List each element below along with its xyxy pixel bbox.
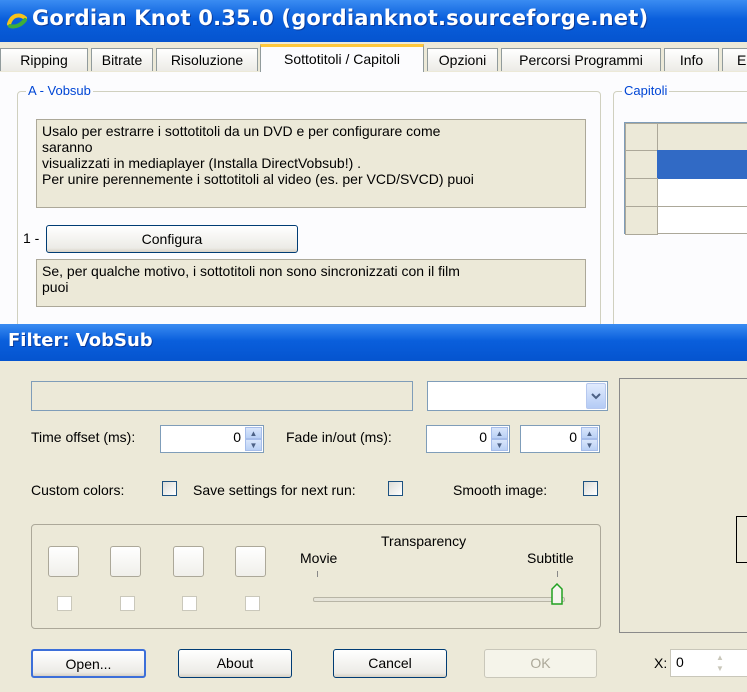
grid-corner-cell [625,123,658,151]
time-offset-spinner[interactable]: 0 ▲ ▼ [160,425,264,453]
subtitle-label: Subtitle [527,550,574,566]
grid-selected-row[interactable] [657,150,747,179]
capitoli-group-legend: Capitoli [622,83,670,98]
grid-column-header[interactable] [657,123,747,151]
x-coordinate-spinner[interactable]: 0 ▲ ▼ [670,649,747,677]
transparency-label: Transparency [381,533,467,549]
transparency-slider-thumb[interactable] [551,582,563,605]
fade-out-value: 0 [569,429,577,445]
open-button[interactable]: Open... [31,649,146,678]
note-line: visualizzati in mediaplayer (Installa Di… [42,155,362,171]
note-line: Se, per qualche motivo, i sottotitoli no… [42,263,460,279]
tab-bitrate[interactable]: Bitrate [91,48,153,71]
fade-out-spinner[interactable]: 0 ▲ ▼ [520,425,600,453]
custom-colors-checkbox[interactable] [162,481,177,496]
spinner-arrows-icon[interactable]: ▲ ▼ [581,427,598,451]
color-swatch-button-1[interactable] [48,546,79,577]
slider-tick [317,571,318,577]
fade-in-spinner[interactable]: 0 ▲ ▼ [426,425,510,453]
vobsub-group-legend: A - Vobsub [26,83,93,98]
cancel-button[interactable]: Cancel [333,649,447,678]
preview-frame [619,378,747,633]
tab-panel-sottotitoli: A - Vobsub Usalo per estrarre i sottotit… [0,72,747,341]
vobsub-dialog-body: Time offset (ms): 0 ▲ ▼ Fade in/out (ms):… [0,361,747,692]
gk-window-title: Gordian Knot 0.35.0 (gordianknot.sourcef… [32,6,649,30]
grid-divider [657,206,747,207]
tab-percorsi-programmi[interactable]: Percorsi Programmi [501,48,661,71]
custom-colors-label: Custom colors: [31,482,125,498]
chevron-down-icon[interactable] [586,383,606,409]
tab-overflow[interactable]: E [722,48,747,71]
note-line: puoi [42,279,69,295]
tab-info[interactable]: Info [664,48,719,71]
save-settings-label: Save settings for next run: [193,482,356,498]
color-swatch-button-2[interactable] [110,546,141,577]
configura-button[interactable]: Configura [46,225,298,253]
color-enable-checkbox-1[interactable] [57,596,72,611]
subtitle-file-field[interactable] [31,381,413,411]
gk-title-bar[interactable]: Gordian Knot 0.35.0 (gordianknot.sourcef… [0,0,747,42]
gk-tab-strip: Ripping Bitrate Risoluzione Sottotitoli … [0,42,747,73]
movie-label: Movie [300,550,338,566]
tab-opzioni[interactable]: Opzioni [427,48,498,71]
grid-row-header[interactable] [625,206,658,235]
grid-row-header[interactable] [625,150,658,179]
color-enable-checkbox-2[interactable] [120,596,135,611]
color-swatch-button-4[interactable] [235,546,266,577]
note-line: Usalo per estrarre i sottotitoli da un D… [42,123,441,139]
transparency-slider-track[interactable] [313,597,565,602]
spinner-arrows-icon[interactable]: ▲ ▼ [245,427,262,451]
x-coordinate-value: 0 [676,654,684,670]
color-enable-checkbox-4[interactable] [245,596,260,611]
spinner-arrows-icon[interactable]: ▲ ▼ [491,427,508,451]
time-offset-label: Time offset (ms): [31,429,136,445]
color-swatch-button-3[interactable] [173,546,204,577]
vobsub-info-note: Usalo per estrarre i sottotitoli da un D… [36,119,586,208]
note-line: saranno [42,139,93,155]
about-button[interactable]: About [178,649,292,678]
ok-button[interactable]: OK [484,649,597,678]
smooth-image-label: Smooth image: [453,482,548,498]
chapters-grid[interactable] [624,122,747,235]
time-offset-value: 0 [233,429,241,445]
language-select[interactable] [427,381,608,411]
note-line: Per unire perennemente i sottotitoli al … [42,171,474,187]
spinner-arrows-icon[interactable]: ▲ ▼ [716,652,730,674]
vobsub-window-title: Filter: VobSub [8,330,153,351]
preview-rectangle [736,516,747,563]
x-coordinate-label: X: [654,655,668,671]
knot-logo-icon [7,13,27,29]
slider-tick [557,571,558,577]
tab-risoluzione[interactable]: Risoluzione [156,48,258,71]
tab-ripping[interactable]: Ripping [0,48,88,71]
fade-in-value: 0 [479,429,487,445]
vobsub-title-bar[interactable]: Filter: VobSub [0,324,747,361]
sync-info-note: Se, per qualche motivo, i sottotitoli no… [36,259,586,307]
color-enable-checkbox-3[interactable] [182,596,197,611]
save-settings-checkbox[interactable] [388,481,403,496]
smooth-image-checkbox[interactable] [583,481,598,496]
tab-sottotitoli-capitoli[interactable]: Sottotitoli / Capitoli [260,44,424,72]
step-1-label: 1 - [23,230,40,246]
grid-divider [657,233,747,234]
grid-row-header[interactable] [625,178,658,207]
fade-label: Fade in/out (ms): [286,429,392,445]
